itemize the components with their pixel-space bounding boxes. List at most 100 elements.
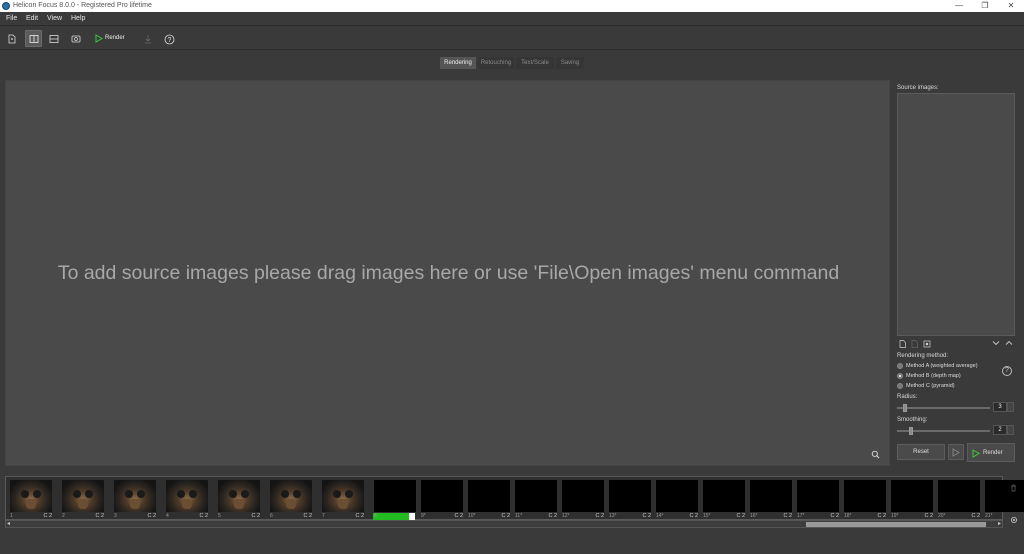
smoothing-slider-handle[interactable] <box>909 427 913 435</box>
thumb-image <box>515 480 557 512</box>
preview-button[interactable] <box>948 444 964 460</box>
split-horizontal-button[interactable] <box>45 30 62 47</box>
thumb-tag: C 2 <box>454 513 463 519</box>
radius-spin-arrows-icon[interactable] <box>1007 402 1014 412</box>
export-button[interactable] <box>139 30 156 47</box>
thumb-tag: C 2 <box>595 513 604 519</box>
split-vertical-button[interactable] <box>25 30 42 47</box>
radius-slider[interactable] <box>897 404 990 412</box>
menu-help[interactable]: Help <box>71 15 85 23</box>
filmstrip-thumb[interactable]: 13* C 2 <box>607 479 651 521</box>
thumb-tag: C 2 <box>199 513 208 519</box>
image-canvas[interactable]: To add source images please drag images … <box>5 80 890 466</box>
trash-icon[interactable] <box>1010 484 1017 492</box>
minimize-icon[interactable]: — <box>946 0 972 12</box>
filmstrip-thumb[interactable]: 14* C 2 <box>654 479 698 521</box>
filmstrip-thumb[interactable]: 12* C 2 <box>560 479 604 521</box>
menu-file[interactable]: File <box>6 15 17 23</box>
filmstrip-thumb[interactable]: 4 C 2 <box>164 479 208 521</box>
tab-rendering[interactable]: Rendering <box>440 57 476 69</box>
method-c-radio[interactable] <box>897 383 903 389</box>
thumb-tag: C 2 <box>43 513 52 519</box>
filmstrip-thumb[interactable]: 21* <box>983 479 1024 521</box>
menu-view[interactable]: View <box>47 15 62 23</box>
thumb-image <box>322 480 364 512</box>
thumb-image <box>114 480 156 512</box>
thumb-number: 12* <box>562 513 570 519</box>
method-b-radio[interactable] <box>897 373 903 379</box>
scroll-right-icon[interactable]: ▸ <box>998 520 1001 527</box>
drop-hint-message: To add source images please drag images … <box>57 262 840 284</box>
thumb-image <box>10 480 52 512</box>
thumb-image <box>985 480 1024 512</box>
smoothing-slider[interactable] <box>897 427 990 435</box>
method-a-radio[interactable] <box>897 363 903 369</box>
filmstrip-thumb[interactable]: 16* C 2 <box>748 479 792 521</box>
method-a-label[interactable]: Method A (weighted average) <box>906 363 978 370</box>
radius-spinbox[interactable]: 3 <box>993 402 1007 412</box>
tab-saving[interactable]: Saving <box>556 57 584 69</box>
filmstrip-thumb[interactable]: 5 C 2 <box>216 479 260 521</box>
filmstrip-thumb[interactable]: 19* C 2 <box>889 479 933 521</box>
new-file-icon <box>8 34 16 44</box>
thumb-image <box>750 480 792 512</box>
filmstrip-thumb[interactable]: 10* C 2 <box>466 479 510 521</box>
method-c-label[interactable]: Method C (pyramid) <box>906 383 955 390</box>
filmstrip-thumb[interactable]: 3 C 2 <box>112 479 156 521</box>
smoothing-spinbox[interactable]: 2 <box>993 425 1007 435</box>
close-icon[interactable]: ✕ <box>998 0 1024 12</box>
thumb-number: 15* <box>703 513 711 519</box>
scroll-left-icon[interactable]: ◂ <box>7 520 10 527</box>
radius-label: Radius: <box>897 394 918 400</box>
reset-button[interactable]: Reset <box>897 444 945 460</box>
method-help-icon[interactable]: ? <box>1002 366 1012 376</box>
filmstrip-scrollbar[interactable]: ◂ ▸ <box>5 520 1003 528</box>
thumb-number: 7 <box>322 513 325 519</box>
help-button[interactable]: ? <box>160 30 177 47</box>
tab-retouching[interactable]: Retouching <box>478 57 514 69</box>
radius-slider-handle[interactable] <box>903 404 907 412</box>
move-down-icon[interactable] <box>992 340 1000 346</box>
compare-button[interactable] <box>67 30 84 47</box>
tab-text-scale[interactable]: Text/Scale <box>516 57 554 69</box>
thumb-number: 4 <box>166 513 169 519</box>
filmstrip-scroll-handle[interactable] <box>806 522 986 527</box>
toolbar-render-button[interactable]: Render <box>93 30 129 47</box>
filmstrip-thumb[interactable]: 20* C 2 <box>936 479 980 521</box>
window-title: Helicon Focus 8.0.0 - Registered Pro lif… <box>13 2 152 9</box>
filmstrip-thumb[interactable]: 8 <box>372 479 416 521</box>
open-file-button[interactable] <box>3 30 20 47</box>
filmstrip-thumb[interactable]: 6 C 2 <box>268 479 312 521</box>
thumb-image <box>218 480 260 512</box>
move-up-icon[interactable] <box>1005 340 1013 346</box>
zoom-icon[interactable] <box>871 450 880 459</box>
filmstrip-settings-icon[interactable] <box>1010 516 1018 524</box>
filmstrip-thumb[interactable]: 2 C 2 <box>60 479 104 521</box>
filmstrip-thumb[interactable]: 15* C 2 <box>701 479 745 521</box>
thumb-image <box>844 480 886 512</box>
add-file-icon[interactable] <box>899 340 906 348</box>
menu-bar: File Edit View Help <box>0 12 1024 26</box>
thumb-loading-fill <box>373 513 409 520</box>
filmstrip-thumb[interactable]: 1 C 2 <box>8 479 52 521</box>
filmstrip-thumb[interactable]: 18* C 2 <box>842 479 886 521</box>
settings-icon[interactable] <box>923 340 931 348</box>
render-button[interactable]: Render <box>967 443 1015 462</box>
filmstrip-thumb[interactable]: 7 C 2 <box>320 479 364 521</box>
thumb-image <box>656 480 698 512</box>
method-b-label[interactable]: Method B (depth map) <box>906 373 961 380</box>
remove-file-icon[interactable] <box>911 340 918 348</box>
thumb-tag: C 2 <box>147 513 156 519</box>
thumb-number: 1 <box>10 513 13 519</box>
smoothing-spin-arrows-icon[interactable] <box>1007 425 1014 435</box>
filmstrip-thumb[interactable]: 9* C 2 <box>419 479 463 521</box>
source-images-list[interactable] <box>897 93 1015 336</box>
filmstrip-thumb[interactable]: 17* C 2 <box>795 479 839 521</box>
menu-edit[interactable]: Edit <box>26 15 38 23</box>
thumb-number: 8 <box>374 513 377 519</box>
thumb-number: 13* <box>609 513 617 519</box>
restore-icon[interactable]: ❐ <box>972 0 998 12</box>
app-logo-icon <box>2 2 10 10</box>
filmstrip[interactable]: 1 C 2 2 C 2 3 C 2 4 C 2 5 C 2 6 C 2 7 C 2 8 9* C 2 10* C 2… <box>5 476 1024 521</box>
filmstrip-thumb[interactable]: 11* C 2 <box>513 479 557 521</box>
